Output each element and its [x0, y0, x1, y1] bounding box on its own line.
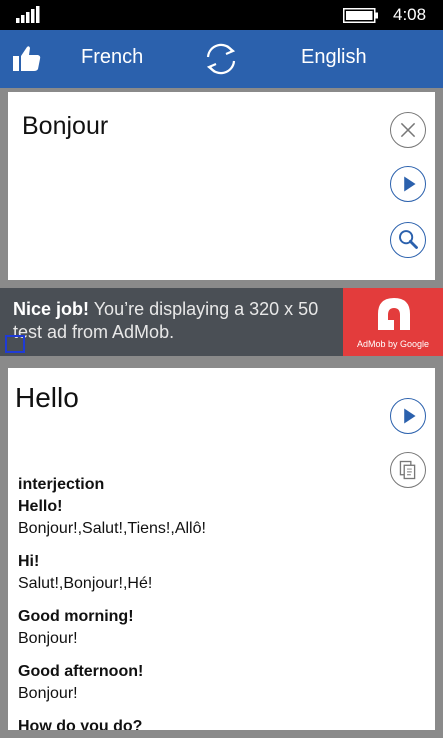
ad-banner[interactable]: Nice job! You’re displaying a 320 x 50 t…	[0, 288, 443, 356]
clock: 4:08	[393, 5, 427, 24]
definition-entry: Good afternoon! Bonjour!	[18, 661, 378, 705]
definition-entry: How do you do?	[18, 716, 378, 730]
entry-term: Hi!	[18, 553, 40, 570]
clear-button[interactable]	[390, 112, 426, 148]
definitions-list: interjection Hello! Bonjour!,Salut!,Tien…	[18, 476, 378, 730]
entry-term: Hello!	[18, 498, 63, 515]
definition-entry: Hi! Salut!,Bonjour!,Hé!	[18, 551, 378, 595]
copy-button[interactable]	[390, 452, 426, 488]
entry-term: Good afternoon!	[18, 663, 144, 680]
definition-entry: Hello! Bonjour!,Salut!,Tiens!,Allô!	[18, 496, 378, 540]
part-of-speech: interjection	[18, 476, 105, 493]
language-bar: French English	[0, 30, 443, 88]
play-input-button[interactable]	[390, 166, 426, 202]
target-language-button[interactable]: English	[301, 46, 367, 69]
definition-entry: Good morning! Bonjour!	[18, 606, 378, 650]
copy-icon	[399, 460, 416, 480]
admob-logo[interactable]: AdMob by Google	[343, 288, 443, 356]
ad-headline: Nice job!	[13, 299, 90, 319]
search-icon	[399, 230, 418, 249]
admob-logo-icon	[378, 298, 410, 330]
play-output-button[interactable]	[390, 398, 426, 434]
status-bar: 4:08	[0, 0, 443, 30]
swap-languages-icon[interactable]	[202, 41, 240, 77]
clear-icon	[400, 122, 416, 138]
battery-icon	[343, 8, 378, 23]
search-button[interactable]	[390, 222, 426, 258]
entry-term: How do you do?	[18, 718, 143, 730]
admob-caption: AdMob by Google	[356, 339, 430, 349]
thumbs-up-icon[interactable]	[12, 44, 42, 74]
entry-translations: Bonjour!	[18, 630, 78, 647]
ad-text: Nice job! You’re displaying a 320 x 50 t…	[13, 298, 333, 344]
translation-result: Hello	[15, 382, 79, 413]
play-icon	[404, 408, 416, 424]
ad-choices-icon[interactable]	[5, 335, 25, 353]
play-icon	[404, 176, 416, 192]
entry-translations: Bonjour!	[18, 685, 78, 702]
entry-term: Good morning!	[18, 608, 134, 625]
output-panel: Hello interjection Hello! Bonjour!,Salut…	[8, 368, 435, 730]
signal-icon	[16, 6, 40, 23]
input-field[interactable]: Bonjour	[22, 112, 108, 141]
input-panel: Bonjour	[8, 92, 435, 280]
source-language-button[interactable]: French	[81, 46, 143, 69]
entry-translations: Salut!,Bonjour!,Hé!	[18, 575, 153, 592]
entry-translations: Bonjour!,Salut!,Tiens!,Allô!	[18, 520, 206, 537]
